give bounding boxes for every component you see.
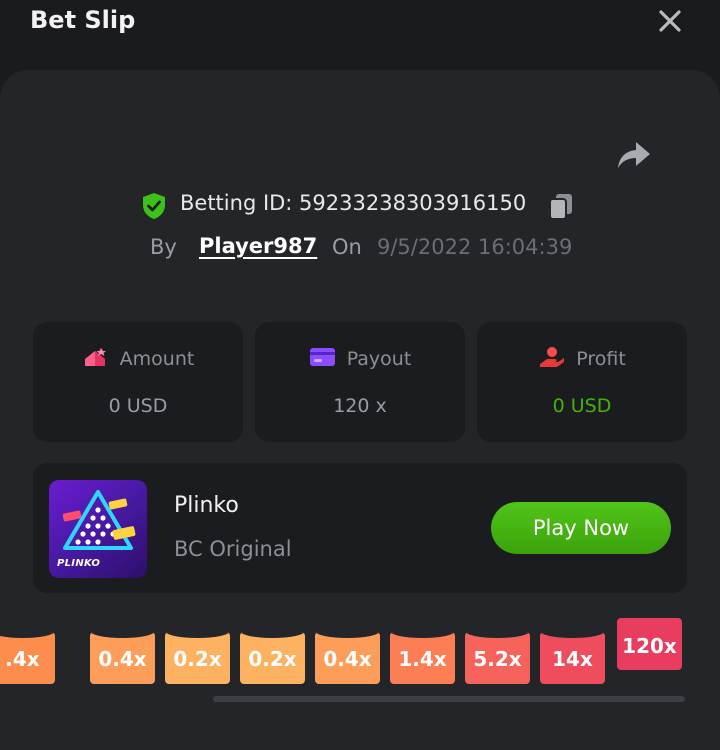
- share-icon[interactable]: [614, 138, 654, 172]
- player-link[interactable]: Player987: [199, 234, 317, 258]
- thumbnail-label: PLINKO: [57, 558, 101, 569]
- game-name: Plinko: [174, 493, 239, 518]
- amount-icon: [82, 346, 110, 368]
- copy-icon[interactable]: [548, 192, 574, 220]
- payout-card: Payout 120 x: [255, 322, 465, 442]
- multiplier-chip: 0.4x: [315, 632, 380, 684]
- profit-label: Profit: [576, 348, 626, 370]
- multiplier-chip: 5.2x: [465, 632, 530, 684]
- play-now-button[interactable]: Play Now: [491, 502, 671, 554]
- profit-hand-icon: [538, 346, 566, 368]
- amount-card: Amount 0 USD: [33, 322, 243, 442]
- bettor-row: By Player987 On 9/5/2022 16:04:39: [0, 232, 720, 266]
- payout-card-icon: [309, 346, 337, 368]
- multiplier-chip-active: 120x: [617, 618, 682, 670]
- payout-value: 120 x: [333, 395, 387, 417]
- game-card: PLINKO Plinko BC Original Play Now: [33, 463, 687, 593]
- multiplier-chip: .4x: [0, 632, 55, 684]
- multiplier-strip[interactable]: .4x 0.4x 0.2x 0.2x 0.4x 1.4x 5.2x 14x 12…: [0, 618, 720, 698]
- on-label: On: [332, 235, 362, 259]
- verified-shield-icon: [141, 192, 167, 220]
- page-title: Bet Slip: [30, 6, 136, 34]
- multiplier-chip: 1.4x: [390, 632, 455, 684]
- betting-id: Betting ID: 59233238303916150: [180, 191, 527, 215]
- amount-value: 0 USD: [108, 395, 168, 417]
- multiplier-chip: 0.2x: [240, 632, 305, 684]
- multiplier-chip: 0.2x: [165, 632, 230, 684]
- horizontal-scrollbar[interactable]: [213, 696, 685, 702]
- payout-label: Payout: [346, 348, 412, 370]
- multiplier-chip: 14x: [540, 632, 605, 684]
- by-label: By: [150, 235, 177, 259]
- multiplier-chip: 0.4x: [90, 632, 155, 684]
- profit-card: Profit 0 USD: [477, 322, 687, 442]
- bet-datetime: 9/5/2022 16:04:39: [377, 235, 573, 259]
- amount-label: Amount: [119, 348, 195, 370]
- betting-id-row: Betting ID: 59233238303916150: [0, 188, 720, 222]
- plinko-thumbnail[interactable]: PLINKO: [49, 480, 147, 578]
- game-subtitle: BC Original: [174, 537, 292, 561]
- profit-value: 0 USD: [552, 395, 612, 417]
- close-icon[interactable]: [654, 8, 686, 36]
- header: Bet Slip: [0, 0, 720, 70]
